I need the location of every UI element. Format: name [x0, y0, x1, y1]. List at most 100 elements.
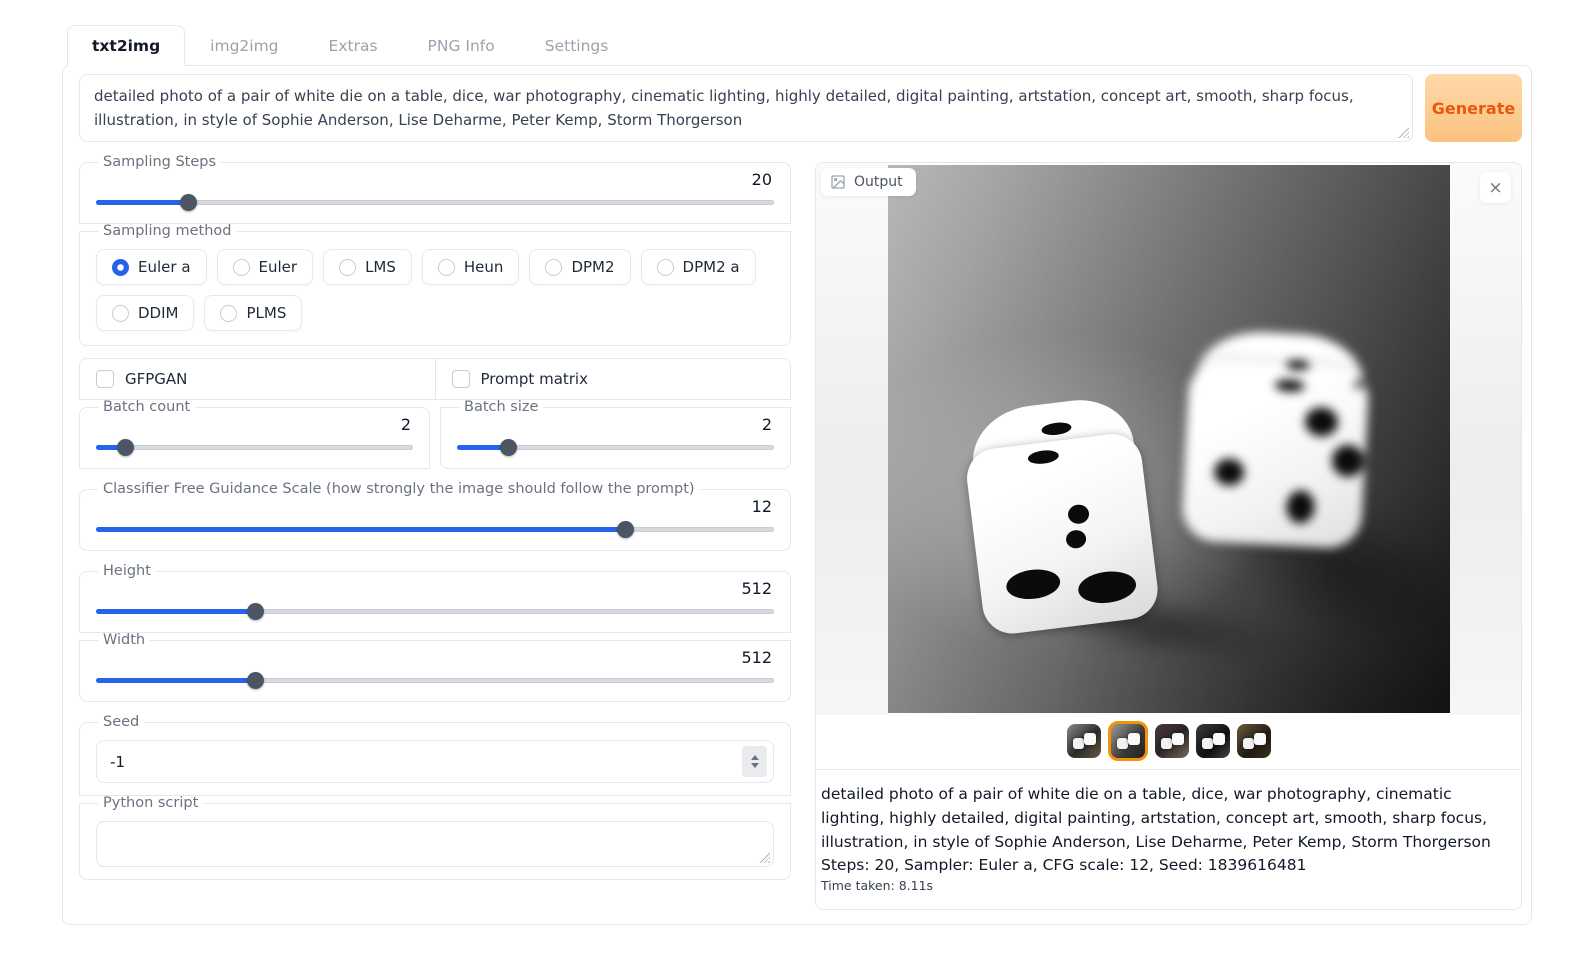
- sampling-steps-value: 20: [96, 170, 772, 189]
- thumbnail-1[interactable]: [1067, 724, 1101, 758]
- slider-handle[interactable]: [247, 672, 264, 689]
- radio-heun[interactable]: Heun: [422, 249, 520, 285]
- radio-label: Heun: [464, 258, 504, 276]
- height-value: 512: [96, 579, 772, 598]
- seed-input-wrap: [96, 740, 774, 783]
- gfpgan-checkbox[interactable]: GFPGAN: [80, 359, 435, 399]
- radio-label: Euler a: [138, 258, 191, 276]
- sampling-group: Sampling Steps 20 Sampling method: [79, 154, 791, 346]
- batch-slider-row: Batch count 2 Batch size 2: [79, 400, 791, 469]
- height-label: Height: [98, 563, 156, 579]
- cfg-group: Classifier Free Guidance Scale (how stro…: [79, 481, 791, 551]
- radio-label: LMS: [365, 258, 396, 276]
- radio-icon[interactable]: [339, 259, 356, 276]
- slider-handle[interactable]: [500, 439, 517, 456]
- radio-label: DDIM: [138, 304, 178, 322]
- checkbox-row: GFPGAN Prompt matrix: [79, 358, 791, 400]
- thumbnail-5[interactable]: [1237, 724, 1271, 758]
- slider-fill: [96, 527, 625, 532]
- sampling-method-field: Sampling method Euler a Euler: [79, 223, 791, 346]
- prompt-matrix-label: Prompt matrix: [481, 370, 588, 388]
- seed-input[interactable]: [110, 753, 310, 771]
- slider-fill: [96, 200, 188, 205]
- radio-label: Euler: [259, 258, 298, 276]
- gallery-left-blur: [816, 163, 888, 715]
- radio-icon[interactable]: [545, 259, 562, 276]
- checkbox-icon[interactable]: [452, 370, 470, 388]
- dimensions-group: Height 512 Width 512: [79, 563, 791, 702]
- radio-icon[interactable]: [438, 259, 455, 276]
- batch-size-slider[interactable]: [457, 439, 774, 456]
- thumbnail-3[interactable]: [1155, 724, 1189, 758]
- python-script-input[interactable]: [96, 821, 774, 867]
- slider-handle[interactable]: [117, 439, 134, 456]
- slider-fill: [96, 678, 255, 683]
- radio-lms[interactable]: LMS: [323, 249, 412, 285]
- tab-settings[interactable]: Settings: [520, 25, 634, 66]
- cfg-scale-field: Classifier Free Guidance Scale (how stro…: [79, 481, 791, 551]
- radio-label: DPM2: [571, 258, 614, 276]
- tab-bar: txt2img img2img Extras PNG Info Settings: [62, 25, 1532, 65]
- caption-block: detailed photo of a pair of white die on…: [816, 769, 1521, 909]
- radio-euler[interactable]: Euler: [217, 249, 314, 285]
- batch-count-label: Batch count: [98, 399, 195, 415]
- batch-count-field: Batch count 2: [79, 399, 430, 469]
- slider-handle[interactable]: [617, 521, 634, 538]
- sampling-steps-field: Sampling Steps 20: [79, 154, 791, 224]
- slider-track[interactable]: [96, 200, 774, 205]
- thumbnail-2-selected[interactable]: [1108, 721, 1148, 761]
- number-spinner[interactable]: [742, 746, 767, 777]
- app-window: txt2img img2img Extras PNG Info Settings…: [62, 25, 1532, 925]
- tab-extras[interactable]: Extras: [304, 25, 403, 66]
- prompt-matrix-checkbox[interactable]: Prompt matrix: [435, 359, 791, 399]
- radio-icon[interactable]: [220, 305, 237, 322]
- slider-track[interactable]: [96, 445, 413, 450]
- gallery-right-blur: [1450, 163, 1522, 715]
- batch-count-slider[interactable]: [96, 439, 413, 456]
- tab-txt2img[interactable]: txt2img: [67, 25, 185, 66]
- spinner-up-icon[interactable]: [751, 755, 759, 760]
- spinner-down-icon[interactable]: [751, 763, 759, 768]
- width-value: 512: [96, 648, 772, 667]
- cfg-scale-slider[interactable]: [96, 521, 774, 538]
- sampling-steps-slider[interactable]: [96, 194, 774, 211]
- close-icon[interactable]: ×: [1480, 172, 1511, 203]
- thumbnail-4[interactable]: [1196, 724, 1230, 758]
- slider-handle[interactable]: [180, 194, 197, 211]
- seed-script-group: Seed Python script: [79, 714, 791, 880]
- tab-img2img[interactable]: img2img: [185, 25, 303, 66]
- radio-euler-a[interactable]: Euler a: [96, 249, 207, 285]
- height-field: Height 512: [79, 563, 791, 633]
- resize-handle-icon[interactable]: [1398, 127, 1409, 138]
- sampling-steps-label: Sampling Steps: [98, 154, 221, 170]
- radio-ddim[interactable]: DDIM: [96, 295, 194, 331]
- checkbox-icon[interactable]: [96, 370, 114, 388]
- python-script-field: Python script: [79, 795, 791, 880]
- thumbnail-strip: [816, 715, 1521, 769]
- radio-plms[interactable]: PLMS: [204, 295, 302, 331]
- radio-icon[interactable]: [657, 259, 674, 276]
- caption-time-taken: Time taken: 8.11s: [821, 878, 1516, 893]
- batch-size-value: 2: [457, 415, 772, 434]
- tab-png-info[interactable]: PNG Info: [403, 25, 520, 66]
- radio-selected-icon[interactable]: [112, 259, 129, 276]
- batch-group: GFPGAN Prompt matrix Batch count 2: [79, 358, 791, 469]
- height-slider[interactable]: [96, 603, 774, 620]
- resize-handle-icon[interactable]: [759, 852, 770, 863]
- radio-icon[interactable]: [233, 259, 250, 276]
- radio-dpm2-a[interactable]: DPM2 a: [641, 249, 756, 285]
- slider-handle[interactable]: [247, 603, 264, 620]
- generate-button[interactable]: Generate: [1425, 74, 1522, 142]
- width-slider[interactable]: [96, 672, 774, 689]
- caption-prompt: detailed photo of a pair of white die on…: [821, 782, 1516, 854]
- die-left: [959, 393, 1161, 637]
- width-label: Width: [98, 632, 150, 648]
- seed-label: Seed: [98, 714, 144, 730]
- output-panel: Output ×: [815, 162, 1522, 910]
- radio-icon[interactable]: [112, 305, 129, 322]
- batch-size-field: Batch size 2: [440, 399, 791, 469]
- prompt-input[interactable]: detailed photo of a pair of white die on…: [79, 74, 1413, 142]
- radio-dpm2[interactable]: DPM2: [529, 249, 630, 285]
- generated-image[interactable]: [888, 165, 1450, 713]
- sampling-method-options: Euler a Euler LMS: [96, 241, 774, 333]
